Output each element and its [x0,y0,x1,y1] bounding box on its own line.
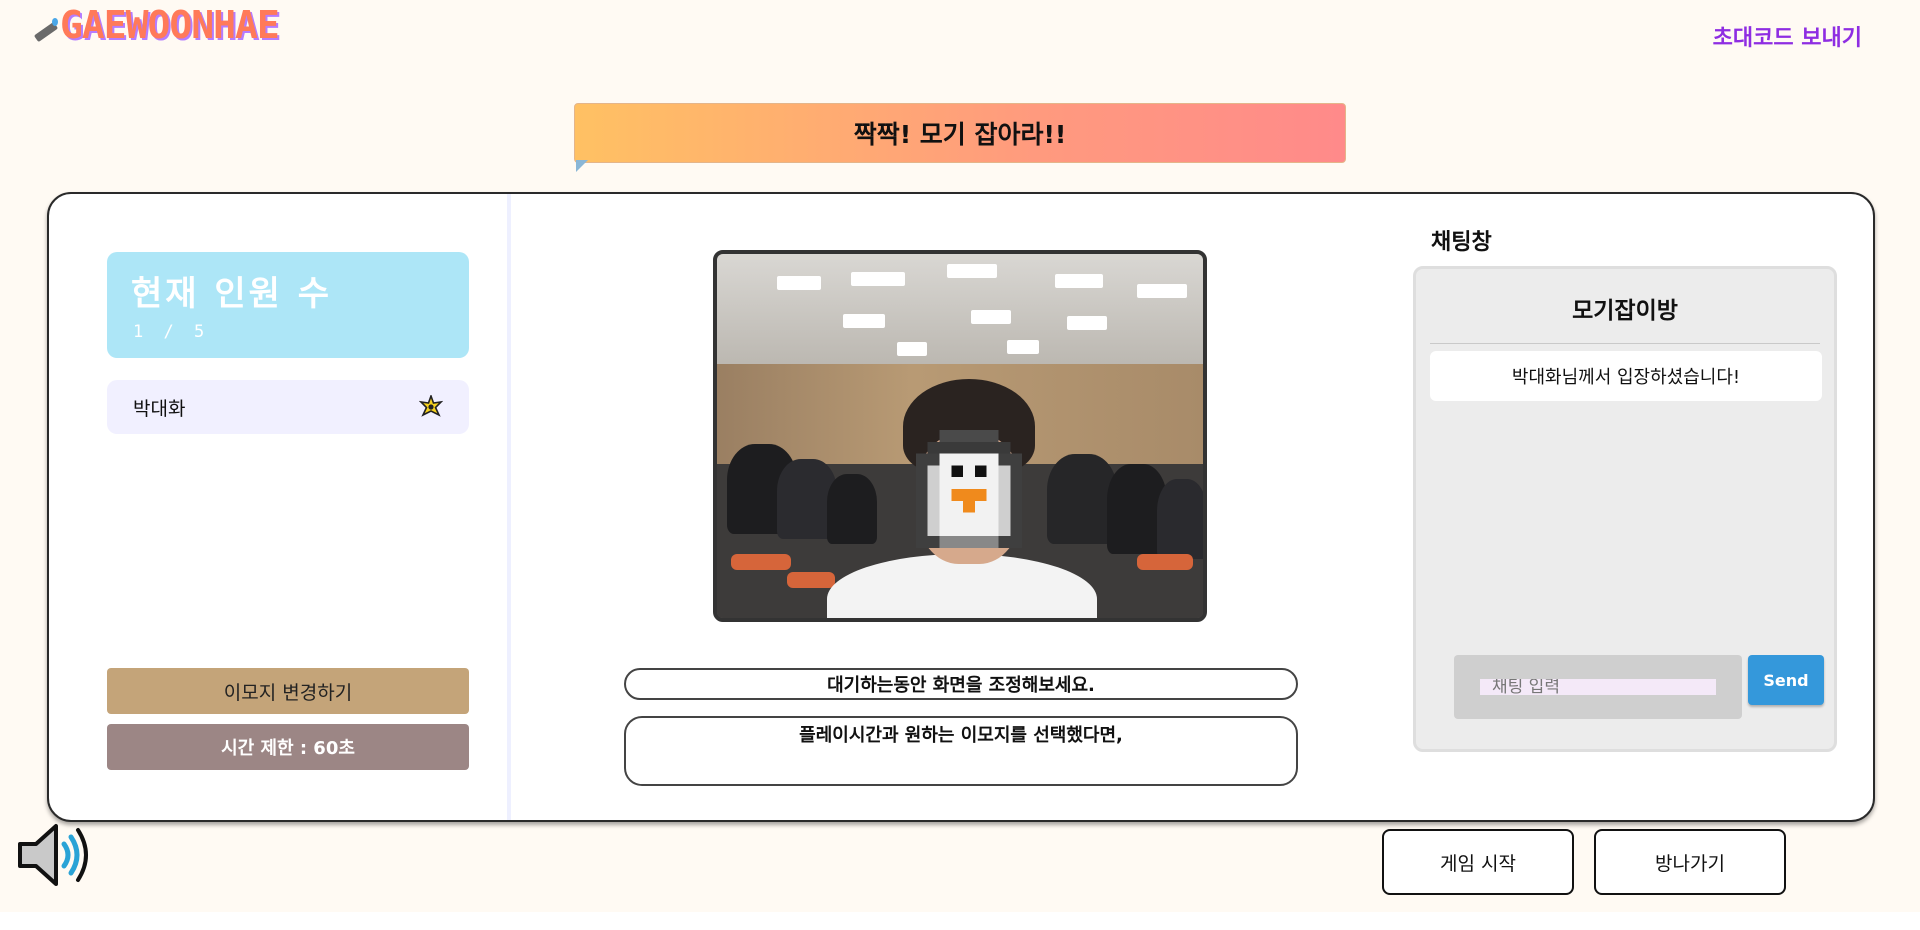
chat-input-container [1454,655,1742,719]
banner-tail [576,160,588,172]
player-name: 박대화 [133,397,186,420]
bottom-strip [0,912,1920,930]
app-logo[interactable]: GAEWOONHAE [33,3,280,47]
speaker-volume-icon[interactable] [16,822,90,888]
camera-video-feed [713,250,1207,622]
invite-code-link[interactable]: 초대코드 보내기 [1713,20,1862,52]
chat-input[interactable] [1480,679,1716,695]
chat-message-text: 박대화님께서 입장하셨습니다! [1511,367,1741,388]
logo-text: GAEWOONHAE [60,3,280,47]
panel-divider [507,194,511,820]
time-limit-button[interactable]: 시간 제한 : 60초 [107,724,469,770]
game-room-panel: 현재 인원 수 1 / 5 박대화 이모지 변경하기 시간 제한 : 60초 대… [47,192,1875,822]
player-count-card: 현재 인원 수 1 / 5 [107,252,469,358]
play-instruction-text: 플레이시간과 원하는 이모지를 선택했다면, [799,725,1123,746]
wrench-logo-icon [33,18,60,44]
star-badge-icon [418,393,444,419]
waiting-instruction: 대기하는동안 화면을 조정해보세요. [624,668,1298,700]
play-instruction: 플레이시간과 원하는 이모지를 선택했다면, [624,716,1298,786]
game-title: 짝짝! 모기 잡아라!! [853,120,1067,149]
chat-label: 채팅창 [1431,230,1492,255]
waiting-instruction-text: 대기하는동안 화면을 조정해보세요. [827,675,1095,696]
chat-divider [1430,343,1820,344]
game-title-banner: 짝짝! 모기 잡아라!! [574,103,1346,163]
chat-message: 박대화님께서 입장하셨습니다! [1430,351,1822,401]
change-emoji-button[interactable]: 이모지 변경하기 [107,668,469,714]
chat-room-title: 모기잡이방 [1572,298,1678,324]
pixel-penguin-mask-icon [915,430,1023,548]
send-button[interactable]: Send [1748,655,1824,705]
player-list-item: 박대화 [107,380,469,434]
player-count-title: 현재 인원 수 [131,274,333,314]
start-game-button[interactable]: 게임 시작 [1382,829,1574,895]
leave-room-button[interactable]: 방나가기 [1594,829,1786,895]
chat-window: 모기잡이방 박대화님께서 입장하셨습니다! Send [1413,266,1837,752]
player-count-value: 1 / 5 [133,322,210,342]
